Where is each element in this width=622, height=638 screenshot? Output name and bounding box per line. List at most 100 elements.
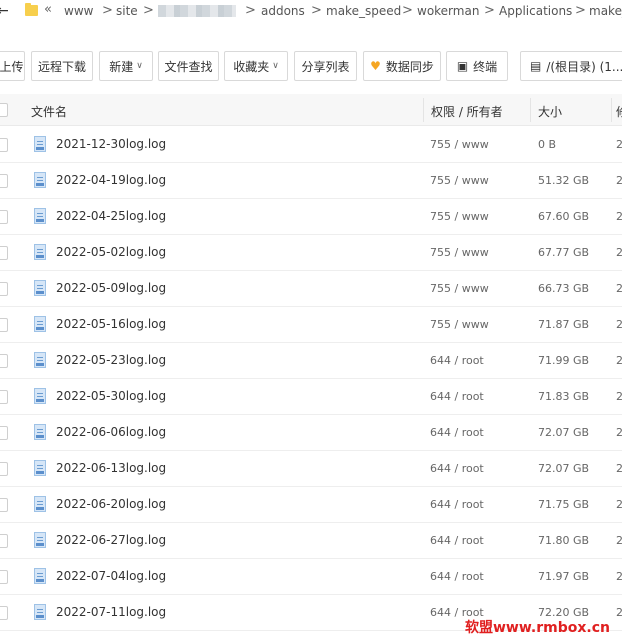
file-name[interactable]: 2022-05-02log.log xyxy=(56,245,166,259)
file-size: 0 B xyxy=(538,138,557,151)
column-divider xyxy=(530,98,531,122)
favorites-button[interactable]: 收藏夹 ∨ xyxy=(224,51,288,81)
file-permission[interactable]: 644 / root xyxy=(430,354,484,367)
row-checkbox[interactable] xyxy=(0,282,8,296)
row-checkbox[interactable] xyxy=(0,246,8,260)
breadcrumb-addons[interactable]: addons xyxy=(261,4,305,18)
file-name[interactable]: 2022-05-23log.log xyxy=(56,353,166,367)
header-size[interactable]: 大小 xyxy=(538,103,562,120)
file-permission[interactable]: 644 / root xyxy=(430,570,484,583)
file-modified: 2 xyxy=(616,390,622,403)
new-label: 新建 xyxy=(109,59,134,74)
file-name[interactable]: 2022-05-16log.log xyxy=(56,317,166,331)
row-checkbox[interactable] xyxy=(0,570,8,584)
file-name[interactable]: 2022-05-30log.log xyxy=(56,389,166,403)
blurred-breadcrumb[interactable] xyxy=(158,5,236,17)
file-size: 71.87 GB xyxy=(538,318,590,331)
file-permission[interactable]: 644 / root xyxy=(430,390,484,403)
file-name[interactable]: 2022-07-04log.log xyxy=(56,569,166,583)
table-row[interactable]: 2022-06-20log.log 644 / root 71.75 GB 2 xyxy=(0,487,622,523)
breadcrumb-applications[interactable]: Applications xyxy=(499,4,572,18)
new-button[interactable]: 新建 ∨ xyxy=(99,51,153,81)
row-checkbox[interactable] xyxy=(0,534,8,548)
disk-selector[interactable]: ▤ /(根目录) (1... xyxy=(520,51,622,81)
row-checkbox[interactable] xyxy=(0,354,8,368)
select-all-checkbox[interactable] xyxy=(0,103,8,117)
table-row[interactable]: 2022-06-06log.log 644 / root 72.07 GB 2 xyxy=(0,415,622,451)
file-name[interactable]: 2022-06-13log.log xyxy=(56,461,166,475)
file-permission[interactable]: 644 / root xyxy=(430,462,484,475)
header-file-name[interactable]: 文件名 xyxy=(31,103,67,120)
table-row[interactable]: 2021-12-30log.log 755 / www 0 B 2 xyxy=(0,127,622,163)
file-name[interactable]: 2022-07-11log.log xyxy=(56,605,166,619)
file-permission[interactable]: 755 / www xyxy=(430,138,489,151)
breadcrumb-www[interactable]: www xyxy=(64,4,93,18)
file-permission[interactable]: 755 / www xyxy=(430,210,489,223)
file-name[interactable]: 2022-04-25log.log xyxy=(56,209,166,223)
file-size: 72.07 GB xyxy=(538,462,590,475)
file-name[interactable]: 2022-04-19log.log xyxy=(56,173,166,187)
row-checkbox[interactable] xyxy=(0,426,8,440)
row-checkbox[interactable] xyxy=(0,138,8,152)
file-name[interactable]: 2022-06-20log.log xyxy=(56,497,166,511)
table-row[interactable]: 2022-04-19log.log 755 / www 51.32 GB 2 xyxy=(0,163,622,199)
file-modified: 2 xyxy=(616,246,622,259)
file-modified: 2 xyxy=(616,174,622,187)
breadcrumb-make-speed[interactable]: make_speed xyxy=(326,4,401,18)
file-permission[interactable]: 755 / www xyxy=(430,282,489,295)
parent-dir-icon[interactable]: « xyxy=(44,2,52,17)
file-permission[interactable]: 644 / root xyxy=(430,426,484,439)
terminal-icon: ▣ xyxy=(456,59,469,73)
breadcrumb-make[interactable]: make_ xyxy=(589,4,622,18)
row-checkbox[interactable] xyxy=(0,462,8,476)
toolbar: 上传 远程下载 新建 ∨ 文件查找 收藏夹 ∨ 分享列表 ♥ 数据同步 ▣ 终端… xyxy=(0,51,622,83)
file-size: 71.83 GB xyxy=(538,390,590,403)
breadcrumb-site[interactable]: site xyxy=(116,4,138,18)
file-permission[interactable]: 755 / www xyxy=(430,246,489,259)
row-checkbox[interactable] xyxy=(0,318,8,332)
remote-download-button[interactable]: 远程下载 xyxy=(31,51,93,81)
table-row[interactable]: 2022-05-16log.log 755 / www 71.87 GB 2 xyxy=(0,307,622,343)
table-row[interactable]: 2022-05-09log.log 755 / www 66.73 GB 2 xyxy=(0,271,622,307)
row-checkbox[interactable] xyxy=(0,390,8,404)
share-list-button[interactable]: 分享列表 xyxy=(294,51,357,81)
table-row[interactable]: 2022-07-04log.log 644 / root 71.97 GB 2 xyxy=(0,559,622,595)
row-checkbox[interactable] xyxy=(0,210,8,224)
file-search-button[interactable]: 文件查找 xyxy=(158,51,219,81)
data-sync-label: 数据同步 xyxy=(385,59,434,74)
file-name[interactable]: 2021-12-30log.log xyxy=(56,137,166,151)
file-size: 71.75 GB xyxy=(538,498,590,511)
file-name[interactable]: 2022-05-09log.log xyxy=(56,281,166,295)
log-file-icon xyxy=(34,208,46,224)
log-file-icon xyxy=(34,388,46,404)
table-row[interactable]: 2022-04-25log.log 755 / www 67.60 GB 2 xyxy=(0,199,622,235)
row-checkbox[interactable] xyxy=(0,174,8,188)
breadcrumb-separator-icon: > xyxy=(402,3,413,18)
breadcrumb-wokerman[interactable]: wokerman xyxy=(417,4,479,18)
table-row[interactable]: 2022-05-23log.log 644 / root 71.99 GB 2 xyxy=(0,343,622,379)
back-arrow-icon[interactable]: ← xyxy=(0,3,9,19)
remote-download-label: 远程下载 xyxy=(37,59,86,74)
row-checkbox[interactable] xyxy=(0,606,8,620)
header-permission-owner[interactable]: 权限 / 所有者 xyxy=(431,103,503,120)
file-modified: 2 xyxy=(616,318,622,331)
data-sync-button[interactable]: ♥ 数据同步 xyxy=(363,51,441,81)
header-modified[interactable]: 修 xyxy=(616,103,622,120)
table-row[interactable]: 2022-06-27log.log 644 / root 71.80 GB 2 xyxy=(0,523,622,559)
file-permission[interactable]: 644 / root xyxy=(430,534,484,547)
file-permission[interactable]: 755 / www xyxy=(430,318,489,331)
row-checkbox[interactable] xyxy=(0,498,8,512)
table-row[interactable]: 2022-05-02log.log 755 / www 67.77 GB 2 xyxy=(0,235,622,271)
file-permission[interactable]: 755 / www xyxy=(430,174,489,187)
log-file-icon xyxy=(34,172,46,188)
table-row[interactable]: 2022-05-30log.log 644 / root 71.83 GB 2 xyxy=(0,379,622,415)
file-name[interactable]: 2022-06-06log.log xyxy=(56,425,166,439)
favorites-label: 收藏夹 xyxy=(233,59,270,74)
file-modified: 2 xyxy=(616,606,622,619)
table-row[interactable]: 2022-06-13log.log 644 / root 72.07 GB 2 xyxy=(0,451,622,487)
file-permission[interactable]: 644 / root xyxy=(430,498,484,511)
terminal-button[interactable]: ▣ 终端 xyxy=(446,51,508,81)
log-file-icon xyxy=(34,496,46,512)
file-name[interactable]: 2022-06-27log.log xyxy=(56,533,166,547)
upload-button[interactable]: 上传 xyxy=(0,51,25,81)
